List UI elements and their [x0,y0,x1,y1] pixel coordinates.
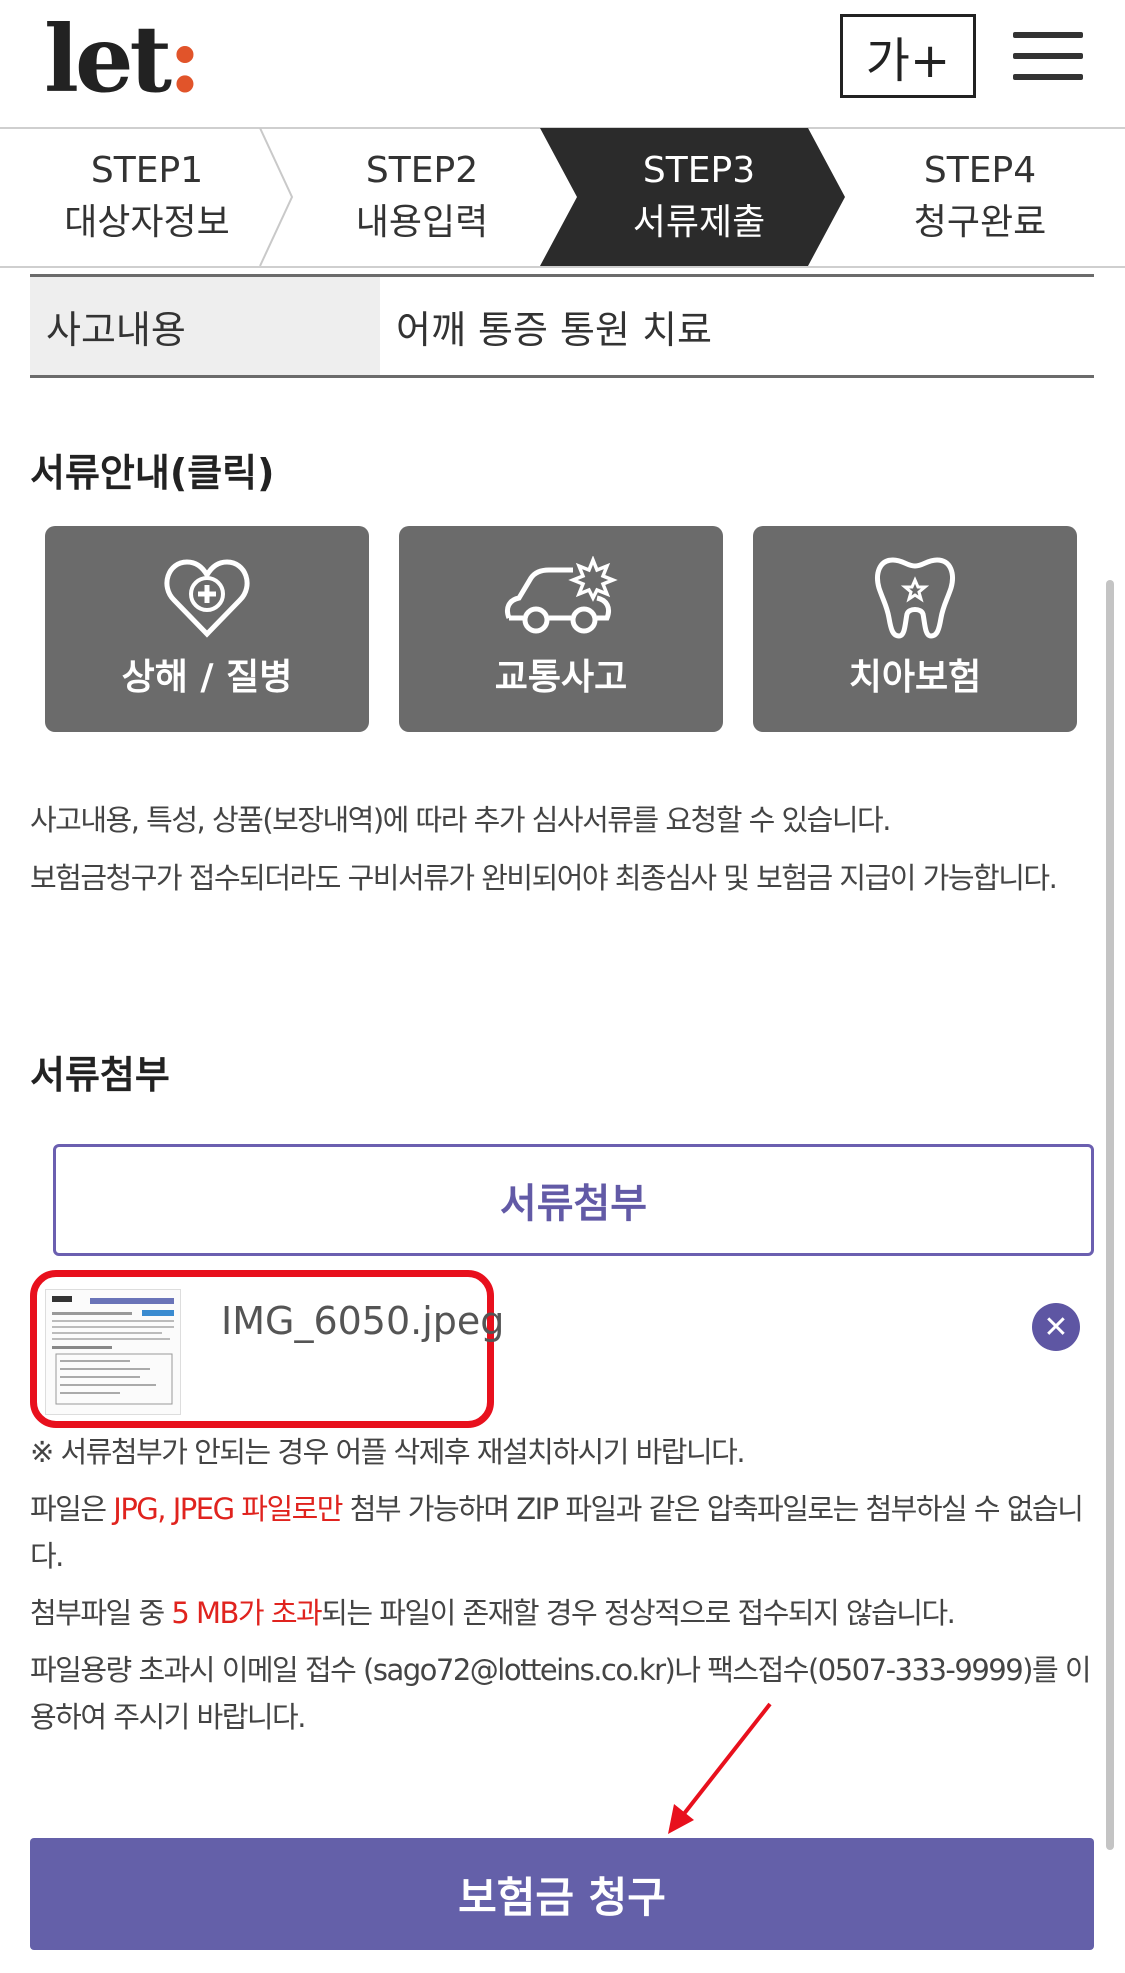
app-header: let: 가+ [0,0,1125,129]
heart-plus-icon [164,559,250,638]
attach-title: 서류첨부 [30,1053,170,1097]
attach-notice-line4: 파일용량 초과시 이메일 접수 (sago72@lotteins.co.kr)나… [30,1653,1092,1734]
attach-notice-line3: 첨부파일 중 5 MB가 초과되는 파일이 존재할 경우 정상적으로 접수되지 … [30,1596,956,1630]
doc-notice-line2: 보험금청구가 접수되더라도 구비서류가 완비되어야 최종심사 및 보험금 지급이… [30,861,1058,895]
dental-insurance-label: 치아보험 [848,657,982,698]
attach-documents-button[interactable]: 서류첨부 [53,1144,1094,1256]
scrollbar[interactable] [1106,580,1114,1850]
hamburger-menu-icon[interactable] [1013,32,1083,80]
doc-guide-title: 서류안내(클릭) [30,451,275,495]
dental-insurance-button[interactable]: 치아보험 [753,526,1077,732]
close-icon[interactable]: ✕ [1032,1303,1080,1351]
injury-disease-button[interactable]: 상해 / 질병 [45,526,369,732]
doc-notice-line1: 사고내용, 특성, 상품(보장내역)에 따라 추가 심사서류를 요청할 수 있습… [30,803,891,837]
car-crash-icon [504,556,618,634]
file-name: IMG_6050.jpeg [221,1299,505,1343]
accident-info-row: 사고내용 어깨 통증 통원 치료 [30,274,1094,378]
traffic-accident-label: 교통사고 [494,657,628,698]
attached-file: IMG_6050.jpeg [30,1270,504,1428]
accident-label: 사고내용 [30,277,380,375]
traffic-accident-button[interactable]: 교통사고 [399,526,723,732]
step-2: STEP2 내용입력 [355,150,489,243]
step-3-active: STEP3 서류제출 [632,150,766,243]
accident-value: 어깨 통증 통원 치료 [396,307,712,352]
injury-disease-label: 상해 / 질병 [121,657,293,698]
document-thumbnail-image [46,1290,180,1414]
step-1: STEP1 대상자정보 [64,150,230,243]
step-progress: STEP1 대상자정보 STEP2 내용입력 STEP3 서류제출 STEP4 청구완료 [0,128,1125,268]
annotation-arrow [668,1702,772,1834]
attach-notice-line1: ※ 서류첨부가 안되는 경우 어플 삭제후 재설치하시기 바랍니다. [30,1435,746,1469]
logo[interactable]: let: [44,4,202,114]
font-size-button[interactable]: 가+ [840,14,976,98]
tooth-icon [875,557,955,639]
step-4: STEP4 청구완료 [913,150,1047,243]
doc-notice: 사고내용, 특성, 상품(보장내역)에 따라 추가 심사서류를 요청할 수 있습… [30,797,1100,902]
file-thumbnail [45,1289,181,1415]
attach-notice-line2: 파일은 JPG, JPEG 파일로만 첨부 가능하며 ZIP 파일과 같은 압축… [30,1492,1084,1573]
attach-notice: ※ 서류첨부가 안되는 경우 어플 삭제후 재설치하시기 바랍니다. 파일은 J… [30,1429,1100,1741]
submit-claim-button[interactable]: 보험금 청구 [30,1838,1094,1950]
